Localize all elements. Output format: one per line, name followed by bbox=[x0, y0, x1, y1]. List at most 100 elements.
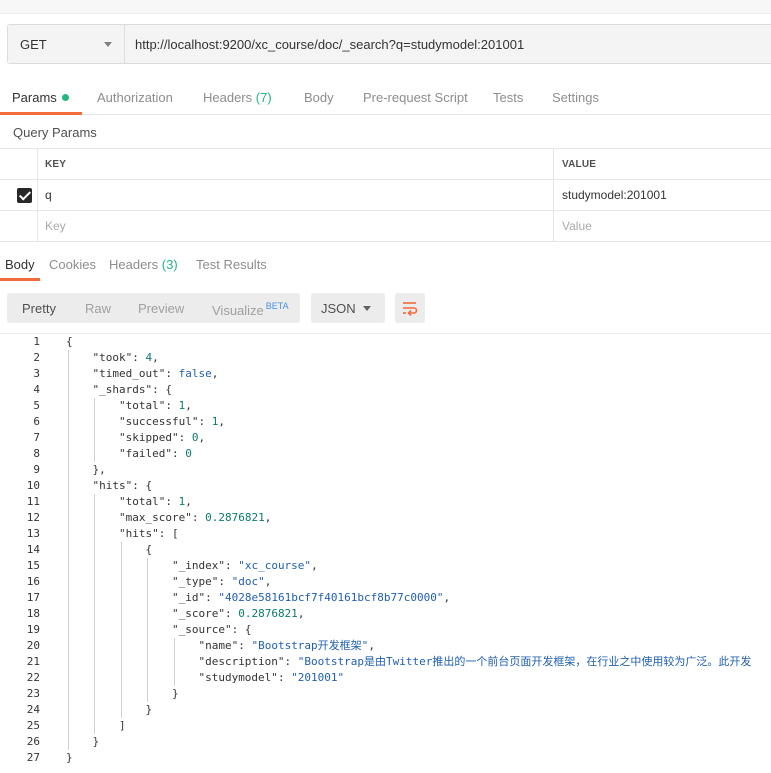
indent-guide bbox=[120, 542, 122, 718]
line-number: 26 bbox=[26, 735, 40, 748]
line-number: 2 bbox=[33, 351, 40, 364]
tab-response-body-label: Body bbox=[5, 257, 35, 272]
line-number: 17 bbox=[26, 591, 40, 604]
line-content: "max_score": 0.2876821, bbox=[118, 511, 272, 524]
line-content: "studymodel": "201001" bbox=[198, 671, 345, 684]
tab-test-results-label: Test Results bbox=[196, 257, 267, 272]
tab-params[interactable]: Params bbox=[12, 90, 69, 105]
line-content: "_type": "doc", bbox=[171, 575, 272, 588]
code-line: 1{ bbox=[0, 334, 771, 350]
line-content: } bbox=[66, 703, 153, 716]
line-content: "_index": "xc_course", bbox=[171, 559, 318, 572]
code-line: 4 "_shards": { bbox=[0, 382, 771, 398]
param-value-cell[interactable]: studymodel:201001 bbox=[554, 180, 771, 210]
status-dot-icon bbox=[61, 94, 69, 101]
response-body-viewer[interactable]: 1{2 "took": 4, 3 "timed_out": false, 4 "_s… bbox=[0, 333, 771, 773]
view-raw-button[interactable]: Raw bbox=[85, 301, 111, 316]
line-content: "_score": 0.2876821, bbox=[171, 607, 305, 620]
new-key-input[interactable]: Key bbox=[38, 211, 554, 241]
key-column-header: KEY bbox=[45, 158, 67, 170]
line-content: "skipped": 0, bbox=[118, 431, 206, 444]
tab-body-label: Body bbox=[304, 90, 334, 105]
tab-headers-count: (7) bbox=[255, 90, 272, 105]
active-tab-indicator bbox=[0, 112, 82, 115]
empty-check-cell bbox=[0, 211, 38, 241]
code-line: 25 ] bbox=[0, 718, 771, 734]
line-number: 6 bbox=[33, 415, 40, 428]
tab-settings-label: Settings bbox=[552, 90, 599, 105]
url-input[interactable]: http://localhost:9200/xc_course/doc/_sea… bbox=[125, 25, 771, 63]
code-line: 15 "_index": "xc_course", bbox=[0, 558, 771, 574]
tab-cookies-label: Cookies bbox=[49, 257, 96, 272]
code-line: 13 "hits": [ bbox=[0, 526, 771, 542]
line-content: "timed_out": false, bbox=[92, 367, 219, 380]
indent-guide bbox=[68, 350, 69, 750]
line-number: 16 bbox=[26, 575, 40, 588]
row-check-cell bbox=[0, 180, 38, 210]
tab-body[interactable]: Body bbox=[304, 90, 334, 105]
tab-tests-label: Tests bbox=[493, 90, 524, 105]
param-key-cell[interactable]: q bbox=[38, 180, 554, 210]
line-number: 10 bbox=[26, 479, 40, 492]
line-content: } bbox=[66, 735, 100, 748]
line-number: 22 bbox=[26, 671, 40, 684]
new-value-input[interactable]: Value bbox=[554, 211, 771, 241]
tab-pre-request-label: Pre-request Script bbox=[363, 90, 468, 105]
line-content: "hits": { bbox=[92, 479, 153, 492]
code-line: 5 "total": 1, bbox=[0, 398, 771, 414]
indent-guide bbox=[94, 494, 96, 734]
code-line: 26 } bbox=[0, 734, 771, 750]
tab-response-body[interactable]: Body bbox=[5, 257, 35, 272]
params-table: KEY VALUE q studymodel:201001 Key Value bbox=[0, 148, 771, 242]
tab-response-headers[interactable]: Headers (3) bbox=[109, 257, 178, 272]
line-content: } bbox=[66, 687, 179, 700]
line-number: 20 bbox=[26, 639, 40, 652]
format-select[interactable]: JSON bbox=[311, 293, 385, 323]
line-number: 19 bbox=[26, 623, 40, 636]
visualize-label: Visualize bbox=[212, 303, 264, 318]
line-number: 18 bbox=[26, 607, 40, 620]
tab-headers-label: Headers bbox=[203, 90, 253, 105]
line-number: 27 bbox=[26, 751, 40, 764]
code-line: 8 "failed": 0 bbox=[0, 446, 771, 462]
wrap-lines-icon bbox=[403, 302, 418, 316]
format-label: JSON bbox=[321, 300, 356, 316]
wrap-lines-button[interactable] bbox=[395, 293, 425, 323]
tab-test-results[interactable]: Test Results bbox=[196, 257, 267, 272]
tab-cookies[interactable]: Cookies bbox=[49, 257, 96, 272]
line-number: 12 bbox=[26, 511, 40, 524]
params-header-row: KEY VALUE bbox=[0, 149, 771, 180]
line-number: 7 bbox=[33, 431, 40, 444]
tab-pre-request-script[interactable]: Pre-request Script bbox=[363, 90, 468, 105]
line-number: 8 bbox=[33, 447, 40, 460]
code-line: 27} bbox=[0, 750, 771, 766]
view-visualize-button[interactable]: Visualize BETA bbox=[212, 301, 289, 318]
tab-settings[interactable]: Settings bbox=[552, 90, 599, 105]
param-value: studymodel:201001 bbox=[562, 188, 667, 202]
code-line: 7 "skipped": 0, bbox=[0, 430, 771, 446]
code-line: 6 "successful": 1, bbox=[0, 414, 771, 430]
tab-authorization[interactable]: Authorization bbox=[97, 90, 173, 105]
code-line: 22 "studymodel": "201001" bbox=[0, 670, 771, 686]
key-placeholder: Key bbox=[45, 219, 66, 233]
line-content: "description": "Bootstrap是由Twitter推出的一个前… bbox=[198, 655, 752, 668]
line-content: "failed": 0 bbox=[118, 447, 192, 460]
code-line: 14 { bbox=[0, 542, 771, 558]
response-tab-indicator bbox=[0, 278, 40, 281]
line-content: { bbox=[66, 335, 73, 348]
check-icon[interactable] bbox=[17, 188, 32, 203]
method-select[interactable]: GET bbox=[8, 25, 125, 63]
table-row: q studymodel:201001 bbox=[0, 180, 771, 211]
view-pretty-button[interactable]: Pretty bbox=[22, 301, 56, 316]
tab-headers[interactable]: Headers (7) bbox=[203, 90, 272, 105]
line-content: "hits": [ bbox=[118, 527, 179, 540]
code-line: 17 "_id": "4028e58161bcf7f40161bcf8b77c0… bbox=[0, 590, 771, 606]
code-line: 18 "_score": 0.2876821, bbox=[0, 606, 771, 622]
tab-tests[interactable]: Tests bbox=[493, 90, 523, 105]
code-line: 11 "total": 1, bbox=[0, 494, 771, 510]
code-line: 23 } bbox=[0, 686, 771, 702]
indent-guide bbox=[147, 558, 149, 702]
indent-guide bbox=[94, 398, 96, 462]
view-preview-button[interactable]: Preview bbox=[138, 301, 184, 316]
window-top-strip bbox=[0, 0, 771, 14]
